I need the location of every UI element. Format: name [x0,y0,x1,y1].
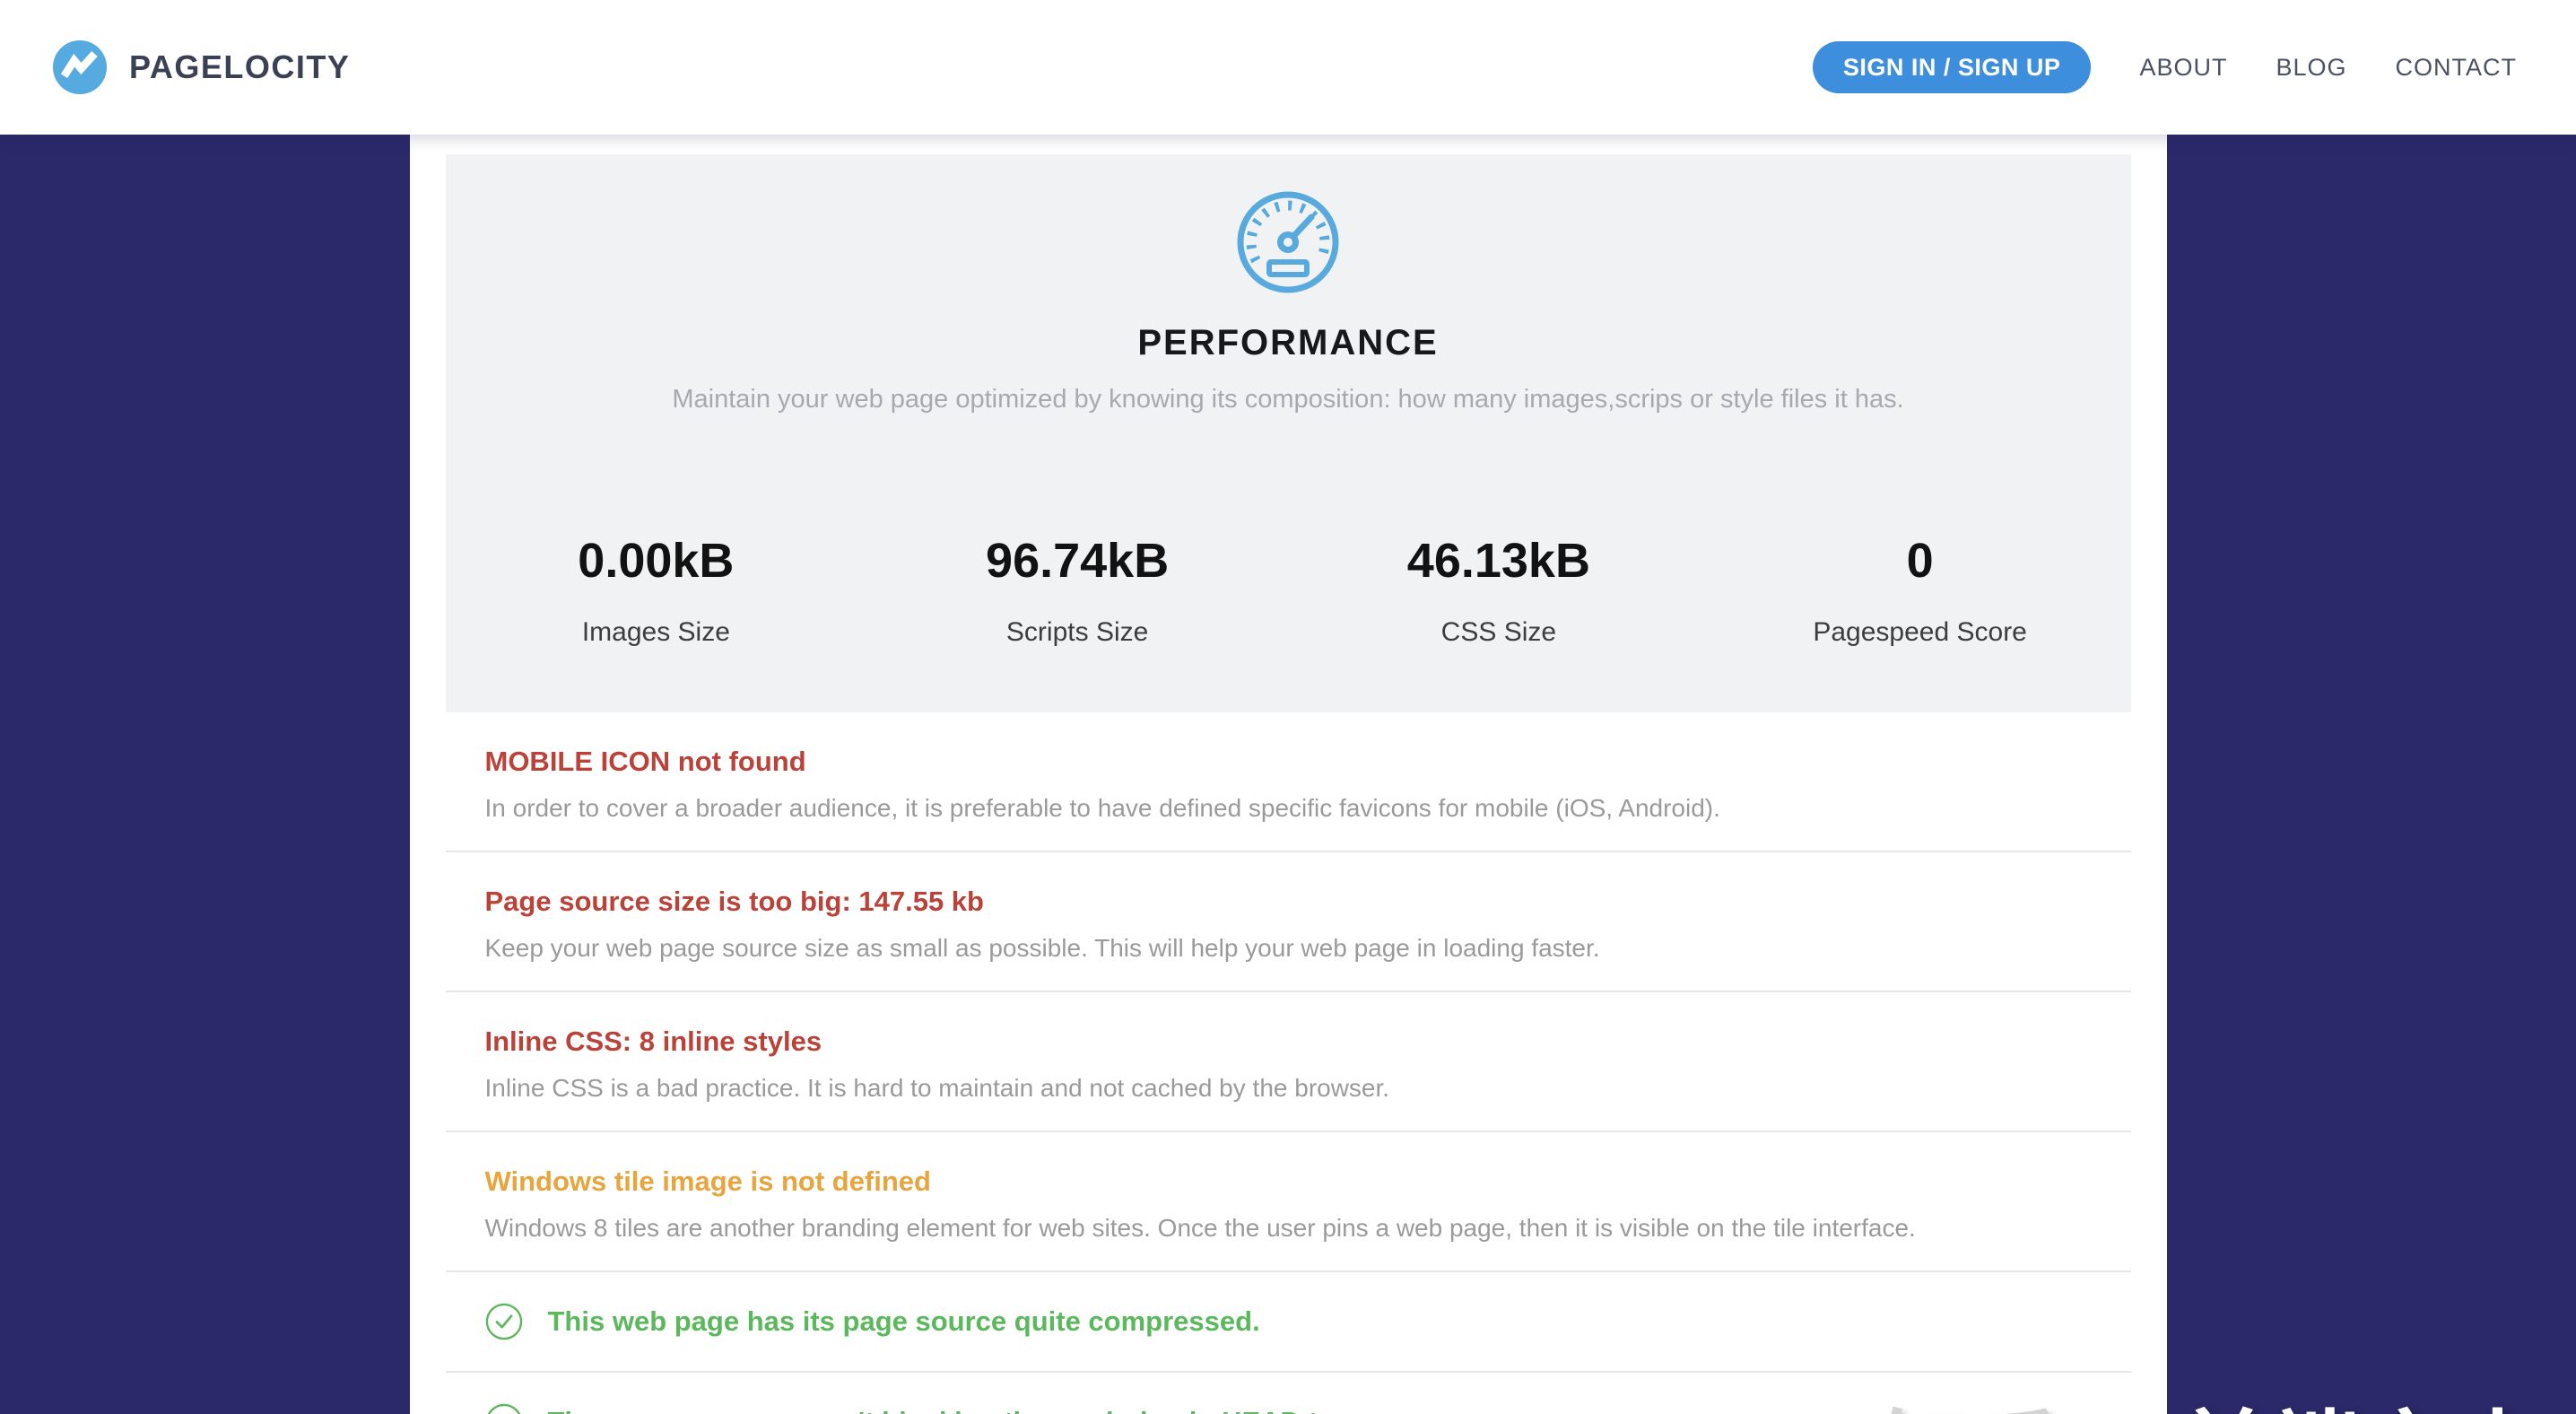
check-circle-icon [485,1303,523,1340]
stat-value: 46.13kB [1288,533,1710,589]
stat-label: Scripts Size [866,617,1288,648]
page-background: PERFORMANCE Maintain your web page optim… [0,135,2576,1414]
audit-item-title: The css resources aren't blocking the re… [548,1403,1358,1414]
audit-item-title: Inline CSS: 8 inline styles [485,1023,2092,1060]
stat-value: 0.00kB [446,533,867,589]
header-nav: SIGN IN / SIGN UP ABOUT BLOG CONTACT [1813,41,2517,93]
audit-item: The css resources aren't blocking the re… [446,1373,2131,1414]
audit-item-title: Page source size is too big: 147.55 kb [485,883,2092,921]
audit-item: Page source size is too big: 147.55 kb K… [446,852,2131,992]
audit-item-title: Windows tile image is not defined [485,1163,2092,1200]
pagelocity-logo-icon [52,39,108,95]
audit-list: MOBILE ICON not found In order to cover … [446,712,2131,1414]
audit-item-description: In order to cover a broader audience, it… [485,791,2092,825]
audit-item: MOBILE ICON not found In order to cover … [446,712,2131,852]
section-title: PERFORMANCE [1137,323,1438,363]
stat-images-size: 0.00kB Images Size [446,533,867,648]
stat-value: 96.74kB [866,533,1288,589]
brand-name: PAGELOCITY [129,48,350,86]
stat-label: CSS Size [1288,617,1710,648]
watermark-name: 前端充电宝 [2179,1403,2576,1414]
stat-value: 0 [1710,533,2131,589]
audit-item-description: Windows 8 tiles are another branding ele… [485,1211,2092,1245]
stats-row: 0.00kB Images Size 96.74kB Scripts Size … [446,533,2131,648]
audit-item: Windows tile image is not defined Window… [446,1132,2131,1272]
stat-pagespeed-score: 0 Pagespeed Score [1710,533,2131,648]
audit-item-description: Keep your web page source size as small … [485,931,2092,965]
sign-in-button[interactable]: SIGN IN / SIGN UP [1813,41,2092,93]
top-nav: PAGELOCITY SIGN IN / SIGN UP ABOUT BLOG CO… [0,0,2576,135]
audit-item: This web page has its page source quite … [446,1272,2131,1373]
audit-item-title: MOBILE ICON not found [485,743,2092,781]
stat-css-size: 46.13kB CSS Size [1288,533,1710,648]
section-subtitle: Maintain your web page optimized by know… [672,385,1903,415]
performance-panel: PERFORMANCE Maintain your web page optim… [446,154,2131,712]
speedometer-icon [1234,188,1342,296]
stat-scripts-size: 96.74kB Scripts Size [866,533,1288,648]
audit-item: Inline CSS: 8 inline styles Inline CSS i… [446,992,2131,1132]
audit-item-description: Inline CSS is a bad practice. It is hard… [485,1071,2092,1105]
stat-label: Images Size [446,617,867,648]
nav-link-contact[interactable]: CONTACT [2396,54,2518,82]
check-circle-icon [485,1403,523,1414]
brand[interactable]: PAGELOCITY [52,39,350,95]
audit-item-title: This web page has its page source quite … [548,1303,1260,1340]
results-card: PERFORMANCE Maintain your web page optim… [410,135,2167,1414]
nav-link-about[interactable]: ABOUT [2139,54,2227,82]
stat-label: Pagespeed Score [1710,617,2131,648]
nav-link-blog[interactable]: BLOG [2276,54,2346,82]
